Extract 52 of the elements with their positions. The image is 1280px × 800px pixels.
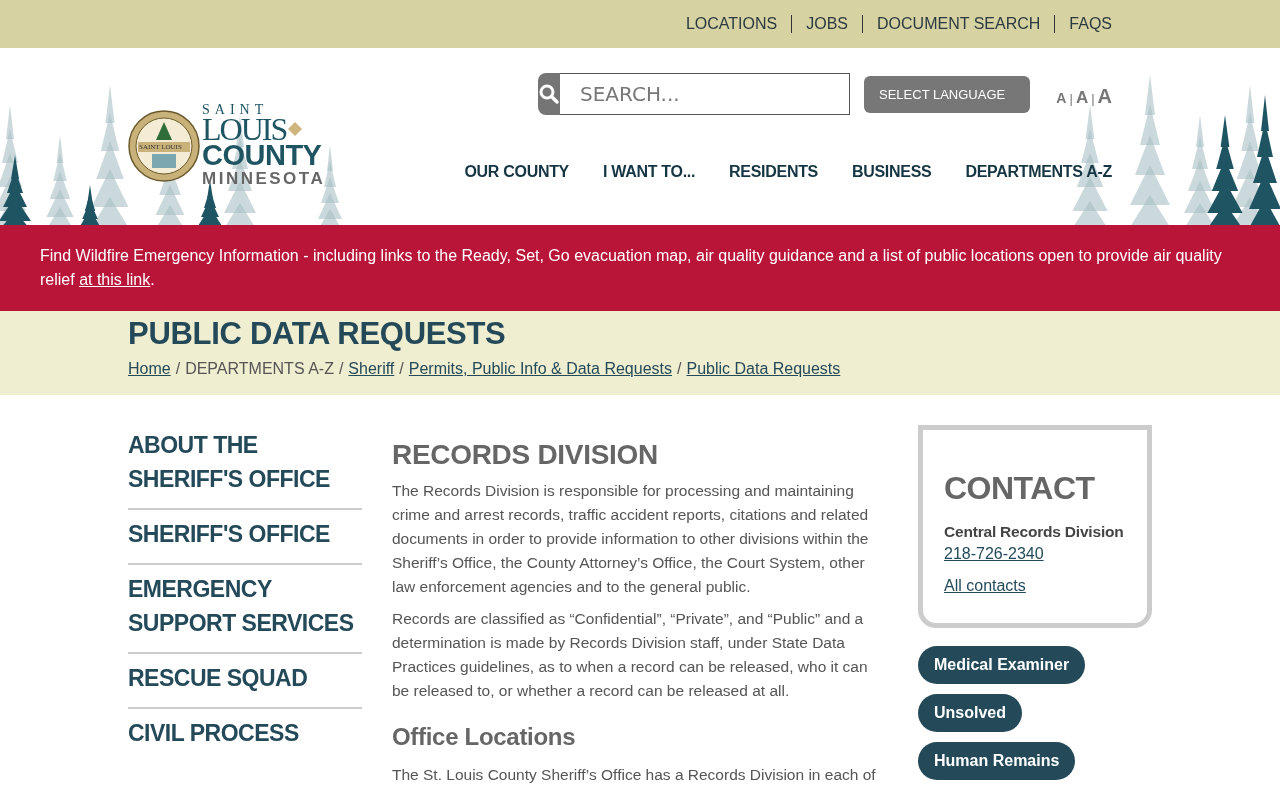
sidebar-link[interactable]: SHERIFF'S OFFICE: [128, 514, 362, 565]
section-heading: RECORDS DIVISION: [392, 439, 659, 471]
separator-text: |: [1091, 90, 1095, 106]
breadcrumb-separator: /: [338, 360, 344, 378]
nav-link[interactable]: DEPARTMENTS A-Z: [965, 163, 1112, 181]
text-size-button[interactable]: A: [1056, 89, 1067, 106]
breadcrumb-text: DEPARTMENTS A-Z: [185, 360, 334, 378]
county-seal-icon: [128, 110, 200, 182]
page-title: PUBLIC DATA REQUESTS: [128, 315, 507, 353]
breadcrumb-link[interactable]: Home: [128, 360, 171, 378]
breadcrumb-link[interactable]: Permits, Public Info & Data Requests: [408, 360, 672, 378]
search-icon: [539, 84, 559, 104]
top-link[interactable]: DOCUMENT SEARCH: [862, 15, 1055, 33]
tag-button[interactable]: Medical Examiner: [918, 646, 1086, 684]
breadcrumb-separator: /: [175, 360, 181, 378]
nav-link[interactable]: BUSINESS: [852, 163, 932, 181]
top-link[interactable]: FAQS: [1054, 15, 1112, 33]
breadcrumb-link[interactable]: Public Data Requests: [686, 360, 841, 378]
tag-button[interactable]: Human Remains: [918, 742, 1076, 780]
paragraph: The St. Louis County Sheriff’s Office has a Records Division in each of: [392, 765, 877, 785]
separator-text: |: [1069, 90, 1073, 106]
contact-title: CONTACT: [944, 470, 1096, 507]
section-subheading: Office Locations: [392, 723, 577, 751]
paragraph: The Records Division is responsible for processing and maintaining crime and arrest records, traffic accident reports, citations and related documents in order to provide information to other divisions within the Sheriff’s Office, the County Attorney’s Office, the Court System, other law enforcement agencies and to the general public.: [392, 481, 870, 597]
nav-link[interactable]: RESIDENTS: [729, 163, 818, 181]
sidebar-link[interactable]: EMERGENCY SUPPORT SERVICES: [128, 569, 362, 654]
sidebar-link[interactable]: CIVIL PROCESS: [128, 713, 362, 762]
nav-link[interactable]: I WANT TO...: [603, 163, 696, 181]
diamond-icon: [288, 122, 303, 136]
breadcrumb-separator: /: [399, 360, 404, 378]
search-button[interactable]: [538, 73, 560, 115]
paragraph: Records are classified as “Confidential”, “Private”, and “Public” and a determination is made by Records Division staff, under State Data Practices guidelines, as to when a record can be released, who it can be released to, or whether a record can be released at all.: [392, 609, 869, 701]
top-link[interactable]: JOBS: [791, 15, 863, 33]
nav-link[interactable]: OUR COUNTY: [464, 163, 569, 181]
contact-name: Central Records Division: [944, 523, 1125, 541]
language-button[interactable]: SELECT LANGUAGE: [864, 75, 1031, 113]
logo-text: COUNTY: [202, 142, 323, 168]
tag-button[interactable]: Unsolved: [918, 694, 1022, 732]
logo-text: LOUIS: [202, 116, 287, 142]
breadcrumb-link[interactable]: Sheriff: [348, 360, 395, 378]
logo-text: SAINT: [202, 104, 270, 116]
sidebar-link[interactable]: ABOUT THE SHERIFF'S OFFICE: [128, 425, 362, 510]
top-link[interactable]: LOCATIONS: [671, 15, 792, 33]
alert-message: Find Wildfire Emergency Information - including links to the Ready, Set, Go evacuation map, air quality guidance and a list of public locations open to provide air quality relief at this link.: [40, 246, 1223, 290]
contacts-link[interactable]: All contacts: [944, 577, 1135, 595]
sidebar-link[interactable]: RESCUE SQUAD: [128, 658, 362, 709]
breadcrumb-separator: /: [677, 360, 682, 378]
phone-link[interactable]: 218-726-2340: [944, 545, 1135, 563]
text-size-button[interactable]: A: [1097, 84, 1112, 108]
logo-text: MINNESOTA: [202, 170, 326, 188]
alert-link[interactable]: at this link: [79, 271, 151, 288]
text-size-button[interactable]: A: [1075, 87, 1089, 108]
